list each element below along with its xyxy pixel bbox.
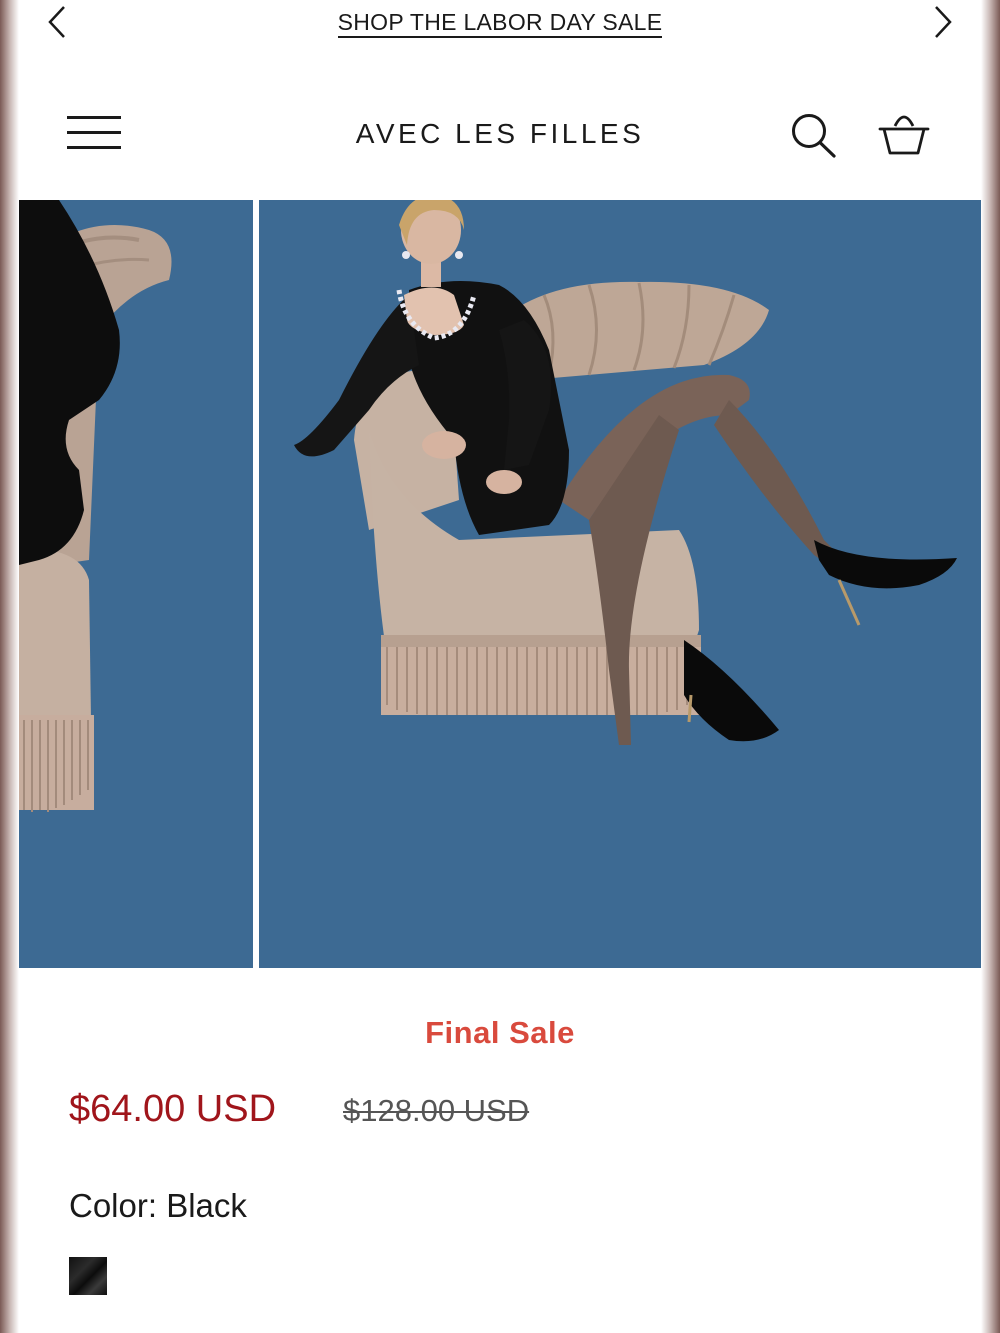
announcement-link[interactable]: SHOP THE LABOR DAY SALE (337, 9, 663, 38)
search-icon (792, 114, 836, 158)
announcement-next-button[interactable] (925, 4, 961, 40)
announcement-text-wrap: SHOP THE LABOR DAY SALE (19, 9, 981, 38)
cart-button[interactable] (877, 106, 931, 160)
sale-price: $64.00 USD (69, 1088, 277, 1130)
original-price: $128.00 USD (343, 1093, 530, 1128)
announcement-bar: SHOP THE LABOR DAY SALE (19, 0, 981, 44)
search-button[interactable] (789, 110, 839, 160)
page: SHOP THE LABOR DAY SALE AVEC LES FILLES (19, 0, 981, 1333)
product-photo-main[interactable] (259, 200, 981, 968)
product-photo-side-image (19, 200, 253, 968)
product-gallery[interactable] (19, 200, 981, 968)
chevron-right-icon (935, 6, 952, 38)
color-swatch-black[interactable] (69, 1257, 107, 1295)
product-photo-side[interactable] (19, 200, 253, 968)
final-sale-badge: Final Sale (425, 1015, 575, 1050)
basket-icon (878, 115, 930, 155)
color-label: Color: Black (69, 1187, 247, 1224)
site-header: AVEC LES FILLES (19, 80, 981, 190)
product-photo-main-image (259, 200, 981, 968)
